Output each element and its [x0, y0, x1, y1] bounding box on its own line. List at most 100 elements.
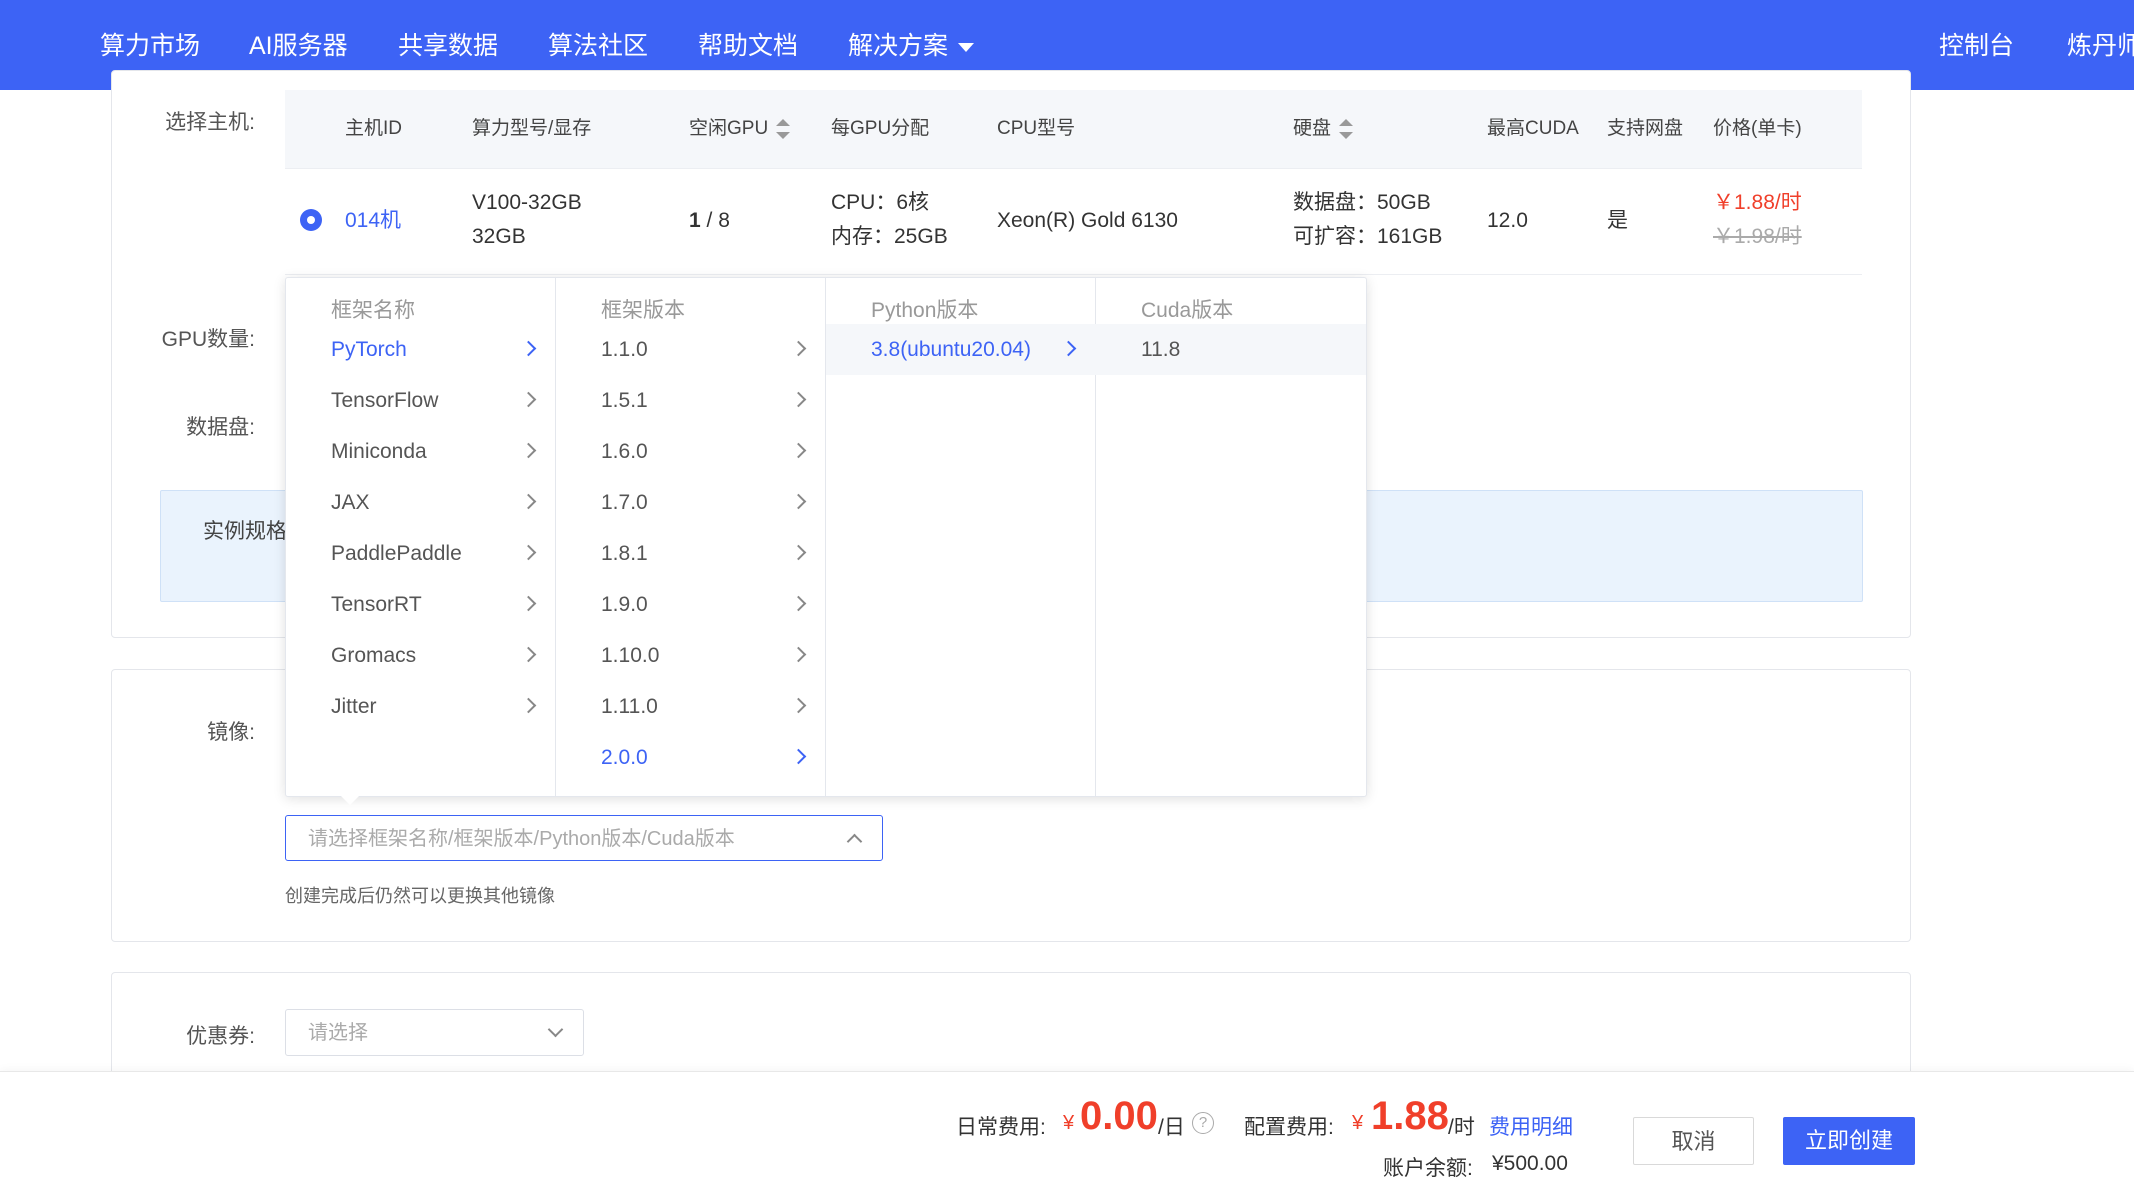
cascader-option-label: 1.7.0 [601, 491, 648, 514]
netdisk-support: 是 [1607, 209, 1628, 232]
fee-detail-link[interactable]: 费用明细 [1489, 1111, 1573, 1141]
cascader-option-label: 1.1.0 [601, 338, 648, 361]
coupon-input[interactable] [286, 1010, 550, 1057]
col-free-gpu[interactable]: 空闲GPU [689, 90, 791, 168]
max-cuda: 12.0 [1487, 209, 1528, 232]
nav-item-console[interactable]: 控制台 [1939, 0, 2014, 90]
config-fee-currency: ¥ [1352, 1112, 1364, 1134]
chevron-right-icon [790, 697, 807, 714]
cascader-option-label: 1.6.0 [601, 440, 648, 463]
cascader-option-label: PaddlePaddle [331, 542, 462, 565]
cascader-option-framework[interactable]: TensorRT [286, 579, 556, 630]
balance-value: ¥500.00 [1492, 1152, 1568, 1175]
image-search-input[interactable] [286, 816, 830, 862]
chevron-right-icon [790, 340, 807, 357]
cascader-option-framework-version[interactable]: 1.11.0 [556, 681, 826, 732]
cascader-option-framework-version[interactable]: 1.9.0 [556, 579, 826, 630]
config-fee-unit: /时 [1448, 1116, 1475, 1139]
chevron-right-icon [790, 595, 807, 612]
cascader-col-framework-version: 框架版本 1.1.0 1.5.1 1.6.0 1.7.0 1.8.1 1.9.0 1.10.… [556, 278, 826, 796]
cascader-header: Python版本 [871, 299, 979, 322]
free-gpu: 1 / 8 [689, 204, 730, 238]
cascader-option-label: Miniconda [331, 440, 427, 463]
col-disk-label: 硬盘 [1293, 118, 1332, 139]
mem-alloc: 内存：25GB [831, 225, 948, 248]
cascader-option-framework[interactable]: Miniconda [286, 426, 556, 477]
coupon-label: 优惠券: [186, 1025, 255, 1048]
cascader-option-framework[interactable]: PaddlePaddle [286, 528, 556, 579]
chevron-right-icon [520, 646, 537, 663]
cascader-option-framework-version[interactable]: 2.0.0 [556, 732, 826, 783]
chevron-up-icon[interactable] [846, 833, 863, 850]
col-per-gpu-alloc: 每GPU分配 [831, 118, 930, 139]
chevron-down-icon[interactable] [547, 1021, 564, 1038]
cascader-option-label: Gromacs [331, 644, 417, 667]
nav-item-user[interactable]: 炼丹师 [2067, 0, 2134, 90]
image-cascader-input[interactable] [285, 815, 883, 862]
footer-bar: 日常费用: ¥ 0.00 /日 ? 配置费用: ¥ 1.88 /时 费用明细 账… [0, 1071, 2134, 1189]
chevron-right-icon [790, 748, 807, 765]
cascader-option-framework-version[interactable]: 1.10.0 [556, 630, 826, 681]
cascader-header: 框架版本 [601, 299, 685, 322]
expandable-disk: 可扩容：161GB [1293, 225, 1443, 248]
select-host-label: 选择主机: [165, 111, 255, 134]
col-host-id: 主机ID [345, 118, 403, 139]
cascader-col-python-version: Python版本 3.8(ubuntu20.04) [826, 278, 1096, 796]
instance-spec-label: 实例规格 [203, 520, 287, 543]
chevron-right-icon [520, 493, 537, 510]
cpu-model: Xeon(R) Gold 6130 [997, 209, 1178, 232]
image-cascader-popup: 框架名称 PyTorch TensorFlow Miniconda JAX Paddle… [285, 277, 1367, 797]
col-free-gpu-label: 空闲GPU [689, 118, 769, 139]
cascader-option-framework[interactable]: Jitter [286, 681, 556, 732]
chevron-right-icon [790, 646, 807, 663]
chevron-right-icon [790, 391, 807, 408]
free-gpu-count: 1 [689, 209, 701, 232]
col-disk[interactable]: 硬盘 [1293, 90, 1354, 168]
popup-arrow [340, 795, 360, 805]
cascader-option-framework[interactable]: Gromacs [286, 630, 556, 681]
cascader-option-label: Jitter [331, 695, 377, 718]
col-price: 价格(单卡) [1713, 118, 1802, 139]
table-row[interactable]: 014机 V100-32GB 32GB 1 / 8 CPU：6核 内存：25GB… [285, 168, 1862, 275]
price-original: ￥1.98/时 [1713, 225, 1802, 248]
col-gpu-model: 算力型号/显存 [472, 118, 592, 139]
cascader-col-cuda-version: Cuda版本 11.8 [1096, 278, 1366, 796]
col-max-cuda: 最高CUDA [1487, 118, 1579, 139]
cascader-option-framework[interactable]: JAX [286, 477, 556, 528]
cascader-option-label: TensorFlow [331, 389, 439, 412]
cascader-option-label: 2.0.0 [601, 746, 648, 769]
create-button[interactable]: 立即创建 [1783, 1117, 1915, 1165]
cascader-option-framework-version[interactable]: 1.5.1 [556, 375, 826, 426]
daily-fee-label: 日常费用: [956, 1116, 1046, 1139]
balance-label: 账户余额: [1383, 1157, 1473, 1180]
cascader-option-framework[interactable]: TensorFlow [286, 375, 556, 426]
cascader-option-framework-version[interactable]: 1.1.0 [556, 324, 826, 375]
chevron-right-icon [520, 340, 537, 357]
cascader-option-python-version[interactable]: 3.8(ubuntu20.04) [826, 324, 1096, 375]
help-circle-icon[interactable]: ? [1192, 1112, 1214, 1134]
chevron-right-icon [790, 493, 807, 510]
sort-icon[interactable] [1339, 118, 1354, 139]
coupon-select[interactable] [285, 1009, 584, 1057]
cascader-option-cuda-version[interactable]: 11.8 [1096, 324, 1366, 375]
col-netdisk: 支持网盘 [1607, 118, 1684, 139]
cascader-option-label: TensorRT [331, 593, 422, 616]
host-radio-selected[interactable] [300, 209, 322, 231]
sort-icon[interactable] [776, 118, 791, 139]
price-current: ￥1.88/时 [1713, 191, 1802, 214]
cascader-option-framework[interactable]: PyTorch [286, 324, 556, 375]
chevron-right-icon [520, 544, 537, 561]
cascader-header: Cuda版本 [1141, 299, 1234, 322]
host-table-header: 主机ID 算力型号/显存 空闲GPU 每GPU分配 CPU型号 硬盘 最高CUD… [285, 90, 1862, 169]
cascader-option-label: 1.9.0 [601, 593, 648, 616]
host-id[interactable]: 014机 [345, 204, 401, 238]
cascader-option-framework-version[interactable]: 1.6.0 [556, 426, 826, 477]
cancel-button[interactable]: 取消 [1633, 1117, 1754, 1165]
chevron-right-icon [790, 442, 807, 459]
daily-fee-unit: /日 [1158, 1116, 1185, 1139]
cascader-option-framework-version[interactable]: 1.8.1 [556, 528, 826, 579]
cascader-option-framework-version[interactable]: 1.7.0 [556, 477, 826, 528]
data-disk: 数据盘：50GB [1293, 191, 1431, 214]
cpu-alloc: CPU：6核 [831, 191, 930, 214]
config-fee-amount: 1.88 [1371, 1094, 1449, 1138]
